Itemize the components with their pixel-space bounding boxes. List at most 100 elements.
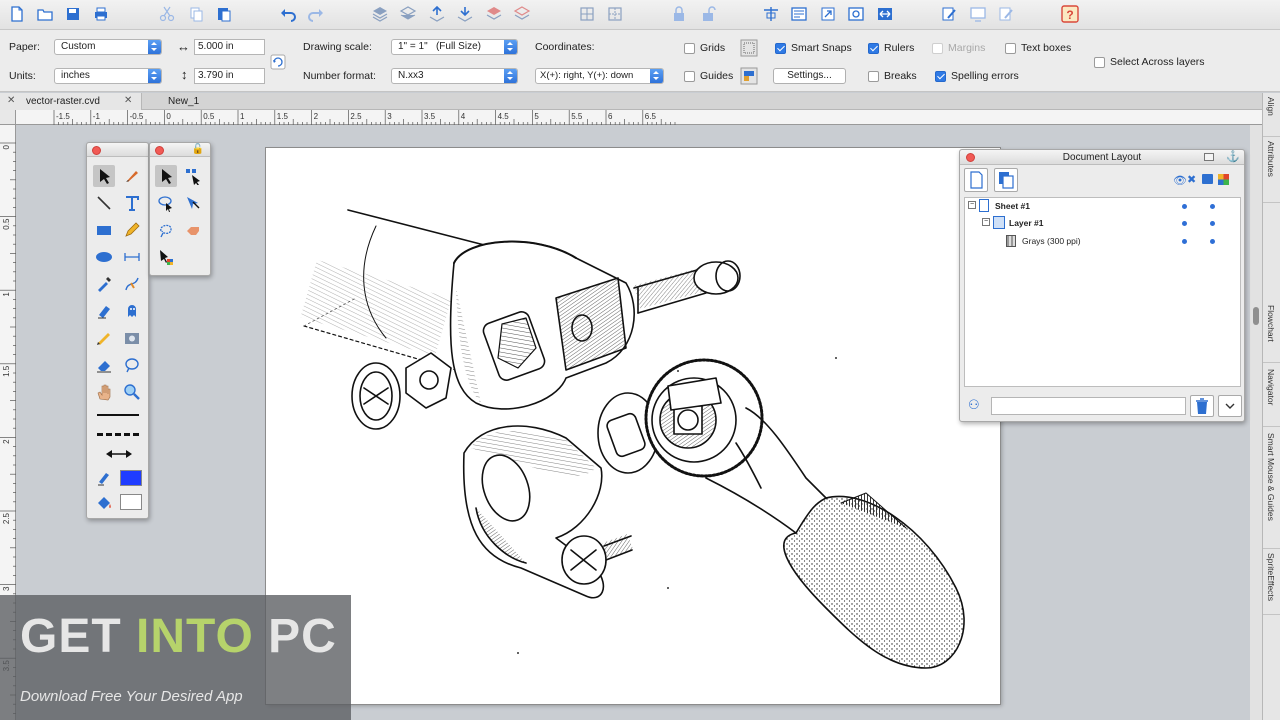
side-tab-smart-mouse[interactable]: Smart Mouse & Guides (1263, 429, 1280, 549)
send-to-back-icon[interactable] (397, 3, 419, 25)
close-icon[interactable] (155, 146, 164, 155)
print-dot[interactable] (1210, 204, 1215, 209)
smart-snaps-checkbox[interactable]: Smart Snaps (775, 42, 852, 54)
eyedropper-tool-icon[interactable] (93, 273, 115, 295)
width-input[interactable]: 5.000 in (194, 39, 265, 55)
text-tool-icon[interactable] (121, 192, 143, 214)
layer-options-icon[interactable]: ⚇ (968, 397, 980, 413)
ellipse-tool-icon[interactable] (93, 246, 115, 268)
print-icon[interactable] (90, 3, 112, 25)
align-icon[interactable] (760, 3, 782, 25)
group-icon[interactable] (576, 3, 598, 25)
sprite-tool-icon[interactable] (121, 300, 143, 322)
collapse-icon[interactable]: − (982, 218, 990, 226)
arrowhead-style-icon[interactable] (103, 443, 135, 465)
horizontal-ruler[interactable]: -1.5 -1 -0.5 0 0.5 1 1.5 2 2.5 3 3.5 4 4.5 5 5.5 6 6.5 (16, 110, 1262, 125)
paintbrush-icon[interactable] (121, 165, 143, 187)
help-icon[interactable]: ? (1059, 3, 1081, 25)
side-tab-spriteeffects[interactable]: SpriteEffects (1263, 549, 1280, 615)
transform-icon[interactable] (817, 3, 839, 25)
tab-vector-raster[interactable]: ✕ vector-raster.cvd ✕ (0, 93, 142, 110)
side-tab-align[interactable]: Align (1263, 93, 1280, 137)
grids-checkbox[interactable]: Grids (684, 42, 725, 54)
tree-row-image[interactable]: Grays (300 ppi) (965, 233, 1240, 249)
layer-name-input[interactable] (991, 397, 1186, 415)
visible-dot[interactable] (1182, 221, 1187, 226)
vertical-scrollbar[interactable] (1250, 125, 1262, 720)
unlock-icon[interactable] (697, 3, 719, 25)
rotate-page-icon[interactable] (267, 51, 289, 73)
fit-width-icon[interactable] (874, 3, 896, 25)
duplicate-sheet-button[interactable] (994, 168, 1018, 192)
tab-new-1[interactable]: New_1 (142, 93, 242, 110)
hand-tool-icon[interactable] (93, 381, 115, 403)
height-input[interactable]: 3.790 in (194, 68, 265, 84)
select-across-layers-checkbox[interactable]: Select Across layers (1094, 56, 1205, 68)
color-select-icon[interactable] (155, 246, 177, 268)
zoom-tool-icon[interactable] (121, 381, 143, 403)
spelling-errors-checkbox[interactable]: Spelling errors (935, 70, 1019, 82)
palette-title-bar[interactable] (87, 143, 148, 157)
undo-icon[interactable] (277, 3, 299, 25)
coordinates-select[interactable]: X(+): right, Y(+): down (535, 68, 664, 84)
fill-bucket-icon[interactable] (93, 492, 115, 514)
ungroup-icon[interactable] (604, 3, 626, 25)
pencil-tool-icon[interactable] (121, 219, 143, 241)
scroll-thumb[interactable] (1253, 307, 1259, 325)
edit-text-icon[interactable] (938, 3, 960, 25)
anchor-icon[interactable]: ⚓ (1226, 150, 1240, 163)
redo-icon[interactable] (305, 3, 327, 25)
grid-color-swatch-icon[interactable] (738, 38, 760, 58)
drawing-scale-select[interactable]: 1" = 1" (Full Size) (391, 39, 518, 55)
bezier-tool-icon[interactable] (121, 273, 143, 295)
paper-select[interactable]: Custom (54, 39, 162, 55)
delete-layer-button[interactable] (1190, 395, 1214, 417)
image-tool-icon[interactable] (121, 327, 143, 349)
node-select-icon[interactable] (182, 165, 204, 187)
direct-select-icon[interactable] (182, 192, 204, 214)
rulers-checkbox[interactable]: Rulers (868, 42, 914, 54)
screen-icon[interactable] (967, 3, 989, 25)
save-icon[interactable] (62, 3, 84, 25)
visible-dot[interactable] (1182, 204, 1187, 209)
palette-title-bar[interactable]: 🔓 (150, 143, 210, 157)
visible-dot[interactable] (1182, 239, 1187, 244)
rectangle-tool-icon[interactable] (93, 219, 115, 241)
fill-color-swatch[interactable] (120, 494, 142, 510)
freehand-lasso-icon[interactable] (155, 219, 177, 241)
line-weight-solid[interactable] (97, 414, 139, 416)
edit-object-icon[interactable] (995, 3, 1017, 25)
layer-tree[interactable]: − Sheet #1 − Layer #1 Grays (300 ppi) (964, 197, 1241, 387)
close-tab-icon[interactable]: ✕ (7, 95, 15, 106)
panel-title-bar[interactable]: Document Layout ⚓ (960, 150, 1244, 165)
layer-color-icon[interactable] (1218, 174, 1229, 185)
smudge-tool-icon[interactable] (93, 327, 115, 349)
panel-menu-button[interactable] (1218, 395, 1242, 417)
stroke-color-swatch[interactable] (120, 470, 142, 486)
side-tab-attributes[interactable]: Attributes (1263, 137, 1280, 203)
eraser-tool-icon[interactable] (93, 354, 115, 376)
select-arrow-icon[interactable] (155, 165, 177, 187)
collapse-icon[interactable]: − (968, 201, 976, 209)
padlock-icon[interactable]: 🔓 (192, 144, 204, 155)
drawing-page[interactable] (266, 148, 1000, 704)
print-layer-icon[interactable] (1202, 174, 1213, 184)
combine-icon[interactable] (483, 3, 505, 25)
lock-icon[interactable] (668, 3, 690, 25)
guides-checkbox[interactable]: Guides (684, 70, 733, 82)
settings-button[interactable]: Settings... (773, 68, 846, 84)
line-tool-icon[interactable] (93, 192, 115, 214)
pen-color-icon[interactable] (93, 467, 115, 489)
wrench-illustration[interactable] (266, 148, 1000, 704)
new-document-icon[interactable] (6, 3, 28, 25)
line-style-dashed[interactable] (97, 433, 139, 436)
move-forward-icon[interactable] (426, 3, 448, 25)
slide-icon[interactable] (788, 3, 810, 25)
open-folder-icon[interactable] (34, 3, 56, 25)
lasso-tool-icon[interactable] (121, 354, 143, 376)
minimize-icon[interactable] (1204, 153, 1214, 161)
side-tab-flowchart[interactable]: Flowchart (1263, 301, 1280, 363)
breaks-checkbox[interactable]: Breaks (868, 70, 917, 82)
visibility-eye-icon[interactable]: 👁 (1173, 174, 1187, 187)
text-boxes-checkbox[interactable]: Text boxes (1005, 42, 1071, 54)
